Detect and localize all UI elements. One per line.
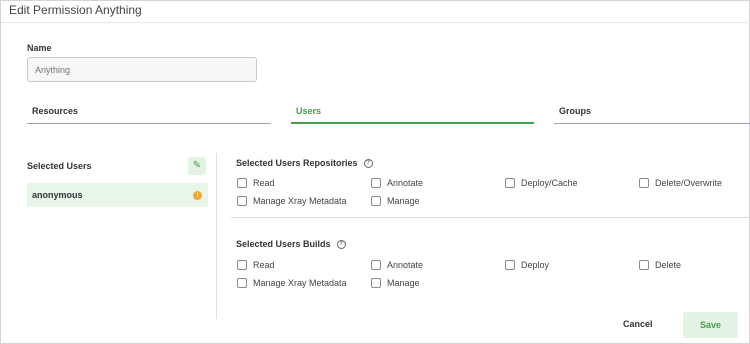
checkbox-label: Read	[253, 260, 275, 270]
checkbox[interactable]	[505, 178, 515, 188]
pencil-icon: ✎	[192, 160, 202, 171]
checkbox[interactable]	[371, 178, 381, 188]
checkbox-label: Deploy/Cache	[521, 178, 578, 188]
builds-title-text: Selected Users Builds	[236, 239, 331, 249]
column-divider	[216, 153, 217, 319]
tab-underline	[554, 123, 750, 124]
help-icon[interactable]: ?	[336, 240, 346, 250]
user-list-item[interactable]: anonymous !	[27, 183, 208, 207]
edit-users-button[interactable]: ✎	[188, 157, 206, 175]
modal-title: Edit Permission Anything	[9, 3, 142, 17]
tab-resources[interactable]: Resources	[27, 106, 271, 124]
warning-icon: !	[193, 191, 202, 200]
title-divider	[1, 22, 750, 23]
tab-groups[interactable]: Groups	[554, 106, 750, 124]
cancel-button[interactable]: Cancel	[623, 319, 653, 329]
tab-resources-label: Resources	[32, 106, 79, 116]
tab-users[interactable]: Users	[291, 106, 534, 124]
name-label: Name	[27, 43, 52, 53]
tab-users-label: Users	[296, 106, 322, 116]
checkbox-label: Annotate	[387, 260, 424, 270]
checkbox[interactable]	[237, 196, 247, 206]
checkbox-label: Manage	[387, 278, 420, 288]
tab-groups-label: Groups	[559, 106, 592, 116]
builds-section-title: Selected Users Builds?	[236, 239, 346, 250]
user-name: anonymous	[32, 190, 83, 200]
help-icon[interactable]: ?	[363, 159, 373, 169]
checkbox[interactable]	[505, 260, 515, 270]
checkbox-label: Manage Xray Metadata	[253, 196, 347, 206]
name-input[interactable]	[27, 57, 257, 82]
checkbox-label: Manage	[387, 196, 420, 206]
repositories-section-title: Selected Users Repositories?	[236, 158, 373, 169]
repositories-title-text: Selected Users Repositories	[236, 158, 358, 168]
save-button[interactable]: Save	[683, 312, 738, 338]
checkbox[interactable]	[371, 196, 381, 206]
tab-underline-active	[291, 122, 534, 124]
checkbox-label: Delete	[655, 260, 682, 270]
selected-users-title: Selected Users	[27, 161, 92, 171]
checkbox[interactable]	[237, 260, 247, 270]
tab-underline	[27, 123, 271, 124]
checkbox[interactable]	[237, 278, 247, 288]
checkbox[interactable]	[371, 260, 381, 270]
checkbox-label: Manage Xray Metadata	[253, 278, 347, 288]
checkbox-label: Delete/Overwrite	[655, 178, 723, 188]
checkbox-label: Annotate	[387, 178, 424, 188]
checkbox-label: Read	[253, 178, 275, 188]
checkbox-label: Deploy	[521, 260, 550, 270]
checkbox[interactable]	[639, 260, 649, 270]
checkbox[interactable]	[237, 178, 247, 188]
checkbox[interactable]	[639, 178, 649, 188]
section-divider	[231, 217, 750, 218]
edit-permission-modal: Edit Permission Anything Name Resources …	[0, 0, 750, 344]
checkbox[interactable]	[371, 278, 381, 288]
